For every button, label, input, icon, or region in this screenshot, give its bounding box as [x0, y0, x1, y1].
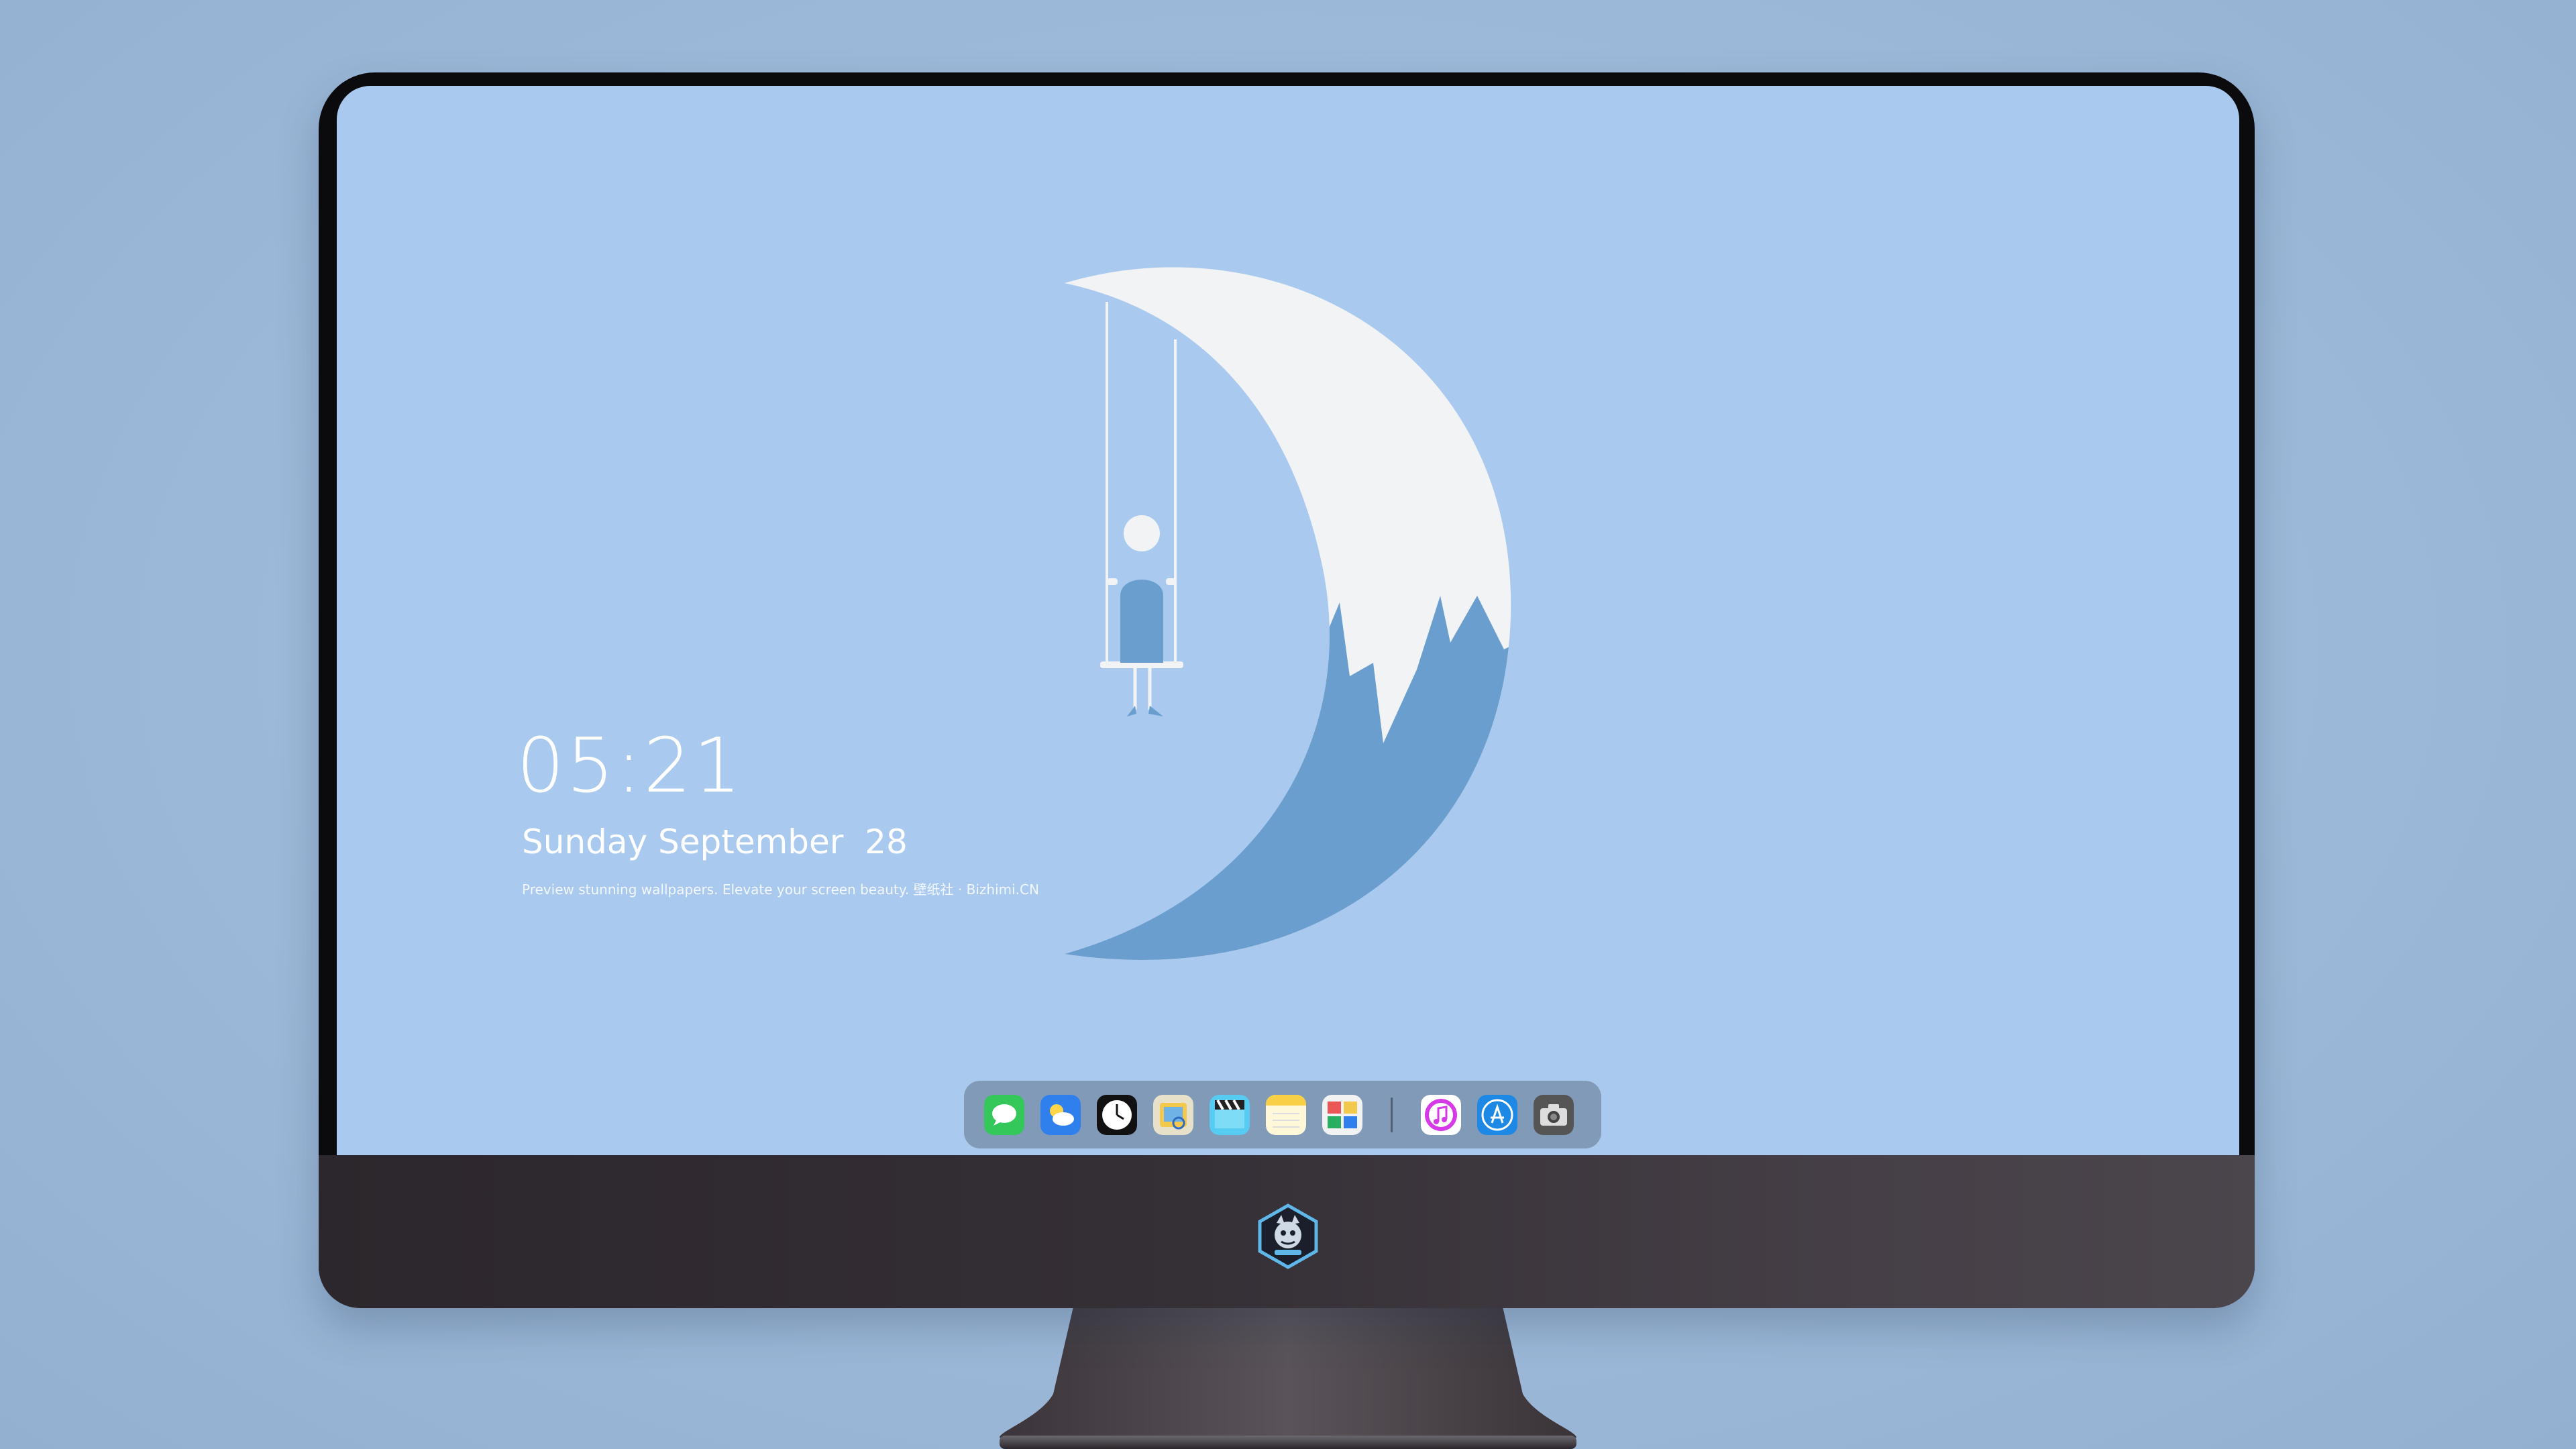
notes-icon[interactable]	[1266, 1094, 1306, 1135]
lock-screen-time: 05:21	[517, 722, 743, 810]
dock-separator	[1391, 1097, 1393, 1132]
camera-icon[interactable]	[1534, 1094, 1574, 1135]
photo-booth-icon[interactable]	[1322, 1094, 1362, 1135]
swinging-figure-body	[1120, 580, 1163, 663]
moon-shadow-peaks	[1065, 596, 1511, 960]
screen: 05:21 Sunday September 28 Preview stunni…	[337, 86, 2239, 1155]
swinging-figure-head	[1124, 515, 1160, 551]
lock-screen-date: Sunday September 28	[522, 822, 908, 861]
wallpaper-tagline: Preview stunning wallpapers. Elevate you…	[522, 881, 1039, 898]
weather-icon[interactable]	[1040, 1094, 1081, 1135]
brand-logo-icon	[1258, 1203, 1318, 1269]
monitor-stand	[1000, 1307, 1576, 1449]
preview-icon[interactable]	[1153, 1094, 1193, 1135]
clapperboard-icon[interactable]	[1210, 1094, 1250, 1135]
app-store-icon[interactable]	[1477, 1094, 1517, 1135]
music-icon[interactable]	[1421, 1094, 1461, 1135]
dock	[964, 1081, 1601, 1148]
messages-icon[interactable]	[984, 1094, 1024, 1135]
moon-swing-wallpaper	[1065, 267, 1511, 960]
clock-icon[interactable]	[1097, 1094, 1137, 1135]
